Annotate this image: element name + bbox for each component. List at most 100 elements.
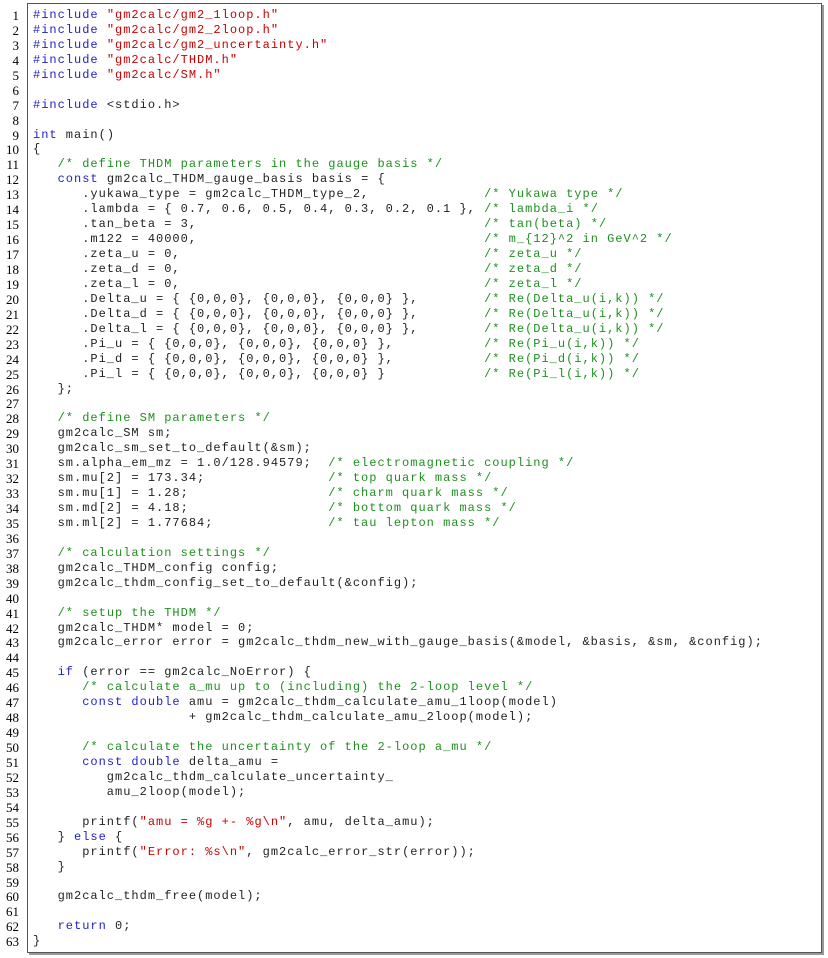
code-token: amu_2loop(model); xyxy=(33,784,247,799)
code-line: .Delta_d = { {0,0,0}, {0,0,0}, {0,0,0} }… xyxy=(33,307,665,322)
code-token: .yukawa_type = gm2calc_THDM_type_2, xyxy=(33,187,485,202)
line-number: 18 xyxy=(6,261,19,277)
string-token: "gm2calc/gm2_uncertainty.h" xyxy=(106,37,329,52)
keyword-token: const double xyxy=(82,755,181,769)
line-number: 33 xyxy=(6,486,19,502)
line-number: 19 xyxy=(6,276,19,292)
line-number: 60 xyxy=(6,889,19,905)
line-number: 14 xyxy=(6,202,19,218)
line-number: 17 xyxy=(6,247,19,263)
code-line: .Pi_d = { {0,0,0}, {0,0,0}, {0,0,0} }, /… xyxy=(33,352,640,367)
code-token: sm.ml[2] = 1.77684; xyxy=(33,515,329,530)
code-token: printf( xyxy=(33,814,140,829)
code-token: .tan_beta = 3, xyxy=(33,217,485,232)
line-number: 10 xyxy=(6,142,19,158)
code-line: } xyxy=(33,860,66,875)
line-number: 48 xyxy=(6,710,19,726)
line-number: 7 xyxy=(12,97,20,113)
code-line: .m122 = 40000, /* m_{12}^2 in GeV^2 */ xyxy=(33,232,673,247)
line-number: 36 xyxy=(6,530,19,546)
code-token: + gm2calc_thdm_calculate_amu_2loop(model… xyxy=(33,710,534,725)
line-number: 53 xyxy=(6,784,19,800)
code-line: /* define THDM parameters in the gauge b… xyxy=(33,157,443,172)
line-number: 45 xyxy=(6,665,19,681)
code-line: { xyxy=(33,142,41,157)
code-line: sm.mu[2] = 173.34; /* top quark mass */ xyxy=(33,471,492,486)
line-number: 63 xyxy=(6,934,19,950)
code-token: sm.md[2] = 4.18; xyxy=(33,501,329,516)
code-line: #include "gm2calc/THDM.h" xyxy=(33,53,238,68)
keyword-token: #include xyxy=(33,52,107,67)
code-token: delta_amu = xyxy=(180,755,280,769)
line-number: 47 xyxy=(6,695,19,711)
code-token: .Delta_l = { {0,0,0}, {0,0,0}, {0,0,0} }… xyxy=(33,321,485,336)
line-number: 49 xyxy=(6,725,19,741)
string-token: "gm2calc/THDM.h" xyxy=(106,52,239,67)
comment-token: /* calculate the uncertainty of the 2-lo… xyxy=(82,740,493,755)
code-token: <stdio.h> xyxy=(106,97,181,112)
line-number: 29 xyxy=(6,426,19,442)
keyword-token: int xyxy=(33,127,58,142)
code-line: #include <stdio.h> xyxy=(33,98,181,113)
code-line: sm.md[2] = 4.18; /* bottom quark mass */ xyxy=(33,501,517,516)
line-number: 15 xyxy=(6,217,19,233)
code-line: const double delta_amu = xyxy=(33,755,279,770)
code-line: printf("amu = %g +- %g\n", amu, delta_am… xyxy=(33,815,435,830)
string-token: "gm2calc/gm2_2loop.h" xyxy=(106,22,280,37)
code-line: #include "gm2calc/gm2_1loop.h" xyxy=(33,8,279,23)
code-token: .zeta_d = 0, xyxy=(33,261,485,276)
keyword-token: #include xyxy=(33,8,107,22)
line-number: 61 xyxy=(6,904,19,920)
line-number: 34 xyxy=(6,501,19,517)
comment-token: /* zeta_d */ xyxy=(484,261,583,276)
comment-token: /* m_{12}^2 in GeV^2 */ xyxy=(484,232,673,247)
code-line: .zeta_u = 0, /* zeta_u */ xyxy=(33,247,583,262)
code-line: .yukawa_type = gm2calc_THDM_type_2, /* Y… xyxy=(33,187,624,202)
code-line: sm.alpha_em_mz = 1.0/128.94579; /* elect… xyxy=(33,456,574,471)
line-number: 20 xyxy=(6,291,19,307)
code-line: #include "gm2calc/gm2_2loop.h" xyxy=(33,23,279,38)
code-token: main() xyxy=(57,127,116,142)
code-line: /* setup the THDM */ xyxy=(33,606,222,621)
line-number: 43 xyxy=(6,635,19,651)
code-token: } xyxy=(33,859,66,874)
code-line: .Delta_u = { {0,0,0}, {0,0,0}, {0,0,0} }… xyxy=(33,292,665,307)
code-line: if (error == gm2calc_NoError) { xyxy=(33,665,312,680)
code-line: #include "gm2calc/SM.h" xyxy=(33,68,222,83)
line-number: 42 xyxy=(6,620,19,636)
line-number: 3 xyxy=(12,37,20,53)
comment-token: /* setup the THDM */ xyxy=(57,605,222,620)
code-token: .lambda = { 0.7, 0.6, 0.5, 0.4, 0.3, 0.2… xyxy=(33,202,485,217)
line-number: 35 xyxy=(6,515,19,531)
code-token: amu = gm2calc_thdm_calculate_amu_1loop(m… xyxy=(180,695,558,710)
code-token: .zeta_u = 0, xyxy=(33,247,485,262)
code-line: + gm2calc_thdm_calculate_amu_2loop(model… xyxy=(33,710,533,725)
line-number: 24 xyxy=(6,351,19,367)
code-line: /* define SM parameters */ xyxy=(33,411,271,426)
code-token: } xyxy=(33,934,42,949)
code-line: .Delta_l = { {0,0,0}, {0,0,0}, {0,0,0} }… xyxy=(33,322,665,337)
comment-token: /* tan(beta) */ xyxy=(484,217,608,232)
line-number: 5 xyxy=(12,67,20,83)
code-token: { xyxy=(33,142,42,157)
keyword-token: const double xyxy=(82,695,181,710)
code-token: { xyxy=(106,829,124,844)
line-number: 21 xyxy=(6,306,19,322)
comment-token: /* Yukawa type */ xyxy=(484,187,624,202)
comment-token: /* electromagnetic coupling */ xyxy=(328,456,575,471)
keyword-token: else xyxy=(74,829,107,844)
code-line: .Pi_u = { {0,0,0}, {0,0,0}, {0,0,0} }, /… xyxy=(33,337,640,352)
line-number: 13 xyxy=(6,187,19,203)
code-line: .Pi_l = { {0,0,0}, {0,0,0}, {0,0,0} } /*… xyxy=(33,367,640,382)
line-number: 23 xyxy=(6,336,19,352)
line-number: 9 xyxy=(12,127,20,143)
line-number: 57 xyxy=(6,844,19,860)
code-token: gm2calc_THDM* model = 0; xyxy=(33,620,255,635)
comment-token: /* lambda_i */ xyxy=(484,202,599,217)
line-number: 16 xyxy=(6,232,19,248)
